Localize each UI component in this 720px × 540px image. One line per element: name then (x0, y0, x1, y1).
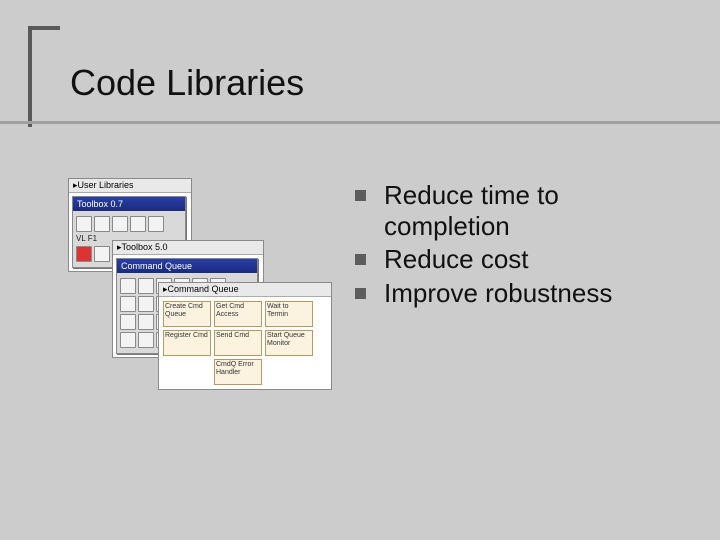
palette-cell: Register Cmd (163, 330, 211, 356)
bullet-item: Reduce time to completion (355, 180, 685, 242)
vi-icon (76, 246, 92, 262)
horizontal-rule (0, 121, 720, 124)
window-titlebar: Command Queue (117, 259, 257, 273)
bullet-list: Reduce time to completion Reduce cost Im… (355, 180, 685, 311)
screenshot-stack: ▸User Libraries Toolbox 0.7 VL F1 ▸Toolb… (68, 178, 326, 408)
window-header: ▸Command Queue (159, 283, 331, 297)
palette-cell: Create Cmd Queue (163, 301, 211, 327)
bullet-square-icon (355, 288, 366, 299)
palette-cell: Send Cmd (214, 330, 262, 356)
decorative-corner (28, 26, 60, 127)
bullet-text: Reduce time to completion (384, 180, 685, 242)
slide-title: Code Libraries (70, 62, 304, 104)
bullet-text: Improve robustness (384, 278, 612, 309)
bullet-item: Reduce cost (355, 244, 685, 275)
window-header: ▸Toolbox 5.0 (113, 241, 263, 255)
palette-cell: CmdQ Error Handler (214, 359, 262, 385)
palette-cell: Get Cmd Access (214, 301, 262, 327)
bullet-text: Reduce cost (384, 244, 529, 275)
palette-cell: Wait to Termin (265, 301, 313, 327)
window-header: ▸User Libraries (69, 179, 191, 193)
palette-grid: Create Cmd Queue Get Cmd Access Wait to … (159, 297, 331, 389)
bullet-square-icon (355, 190, 366, 201)
bullet-square-icon (355, 254, 366, 265)
palette-cell: Start Queue Monitor (265, 330, 313, 356)
mini-window-cmd-queue: ▸Command Queue Create Cmd Queue Get Cmd … (158, 282, 332, 390)
bullet-item: Improve robustness (355, 278, 685, 309)
window-titlebar: Toolbox 0.7 (73, 197, 185, 211)
